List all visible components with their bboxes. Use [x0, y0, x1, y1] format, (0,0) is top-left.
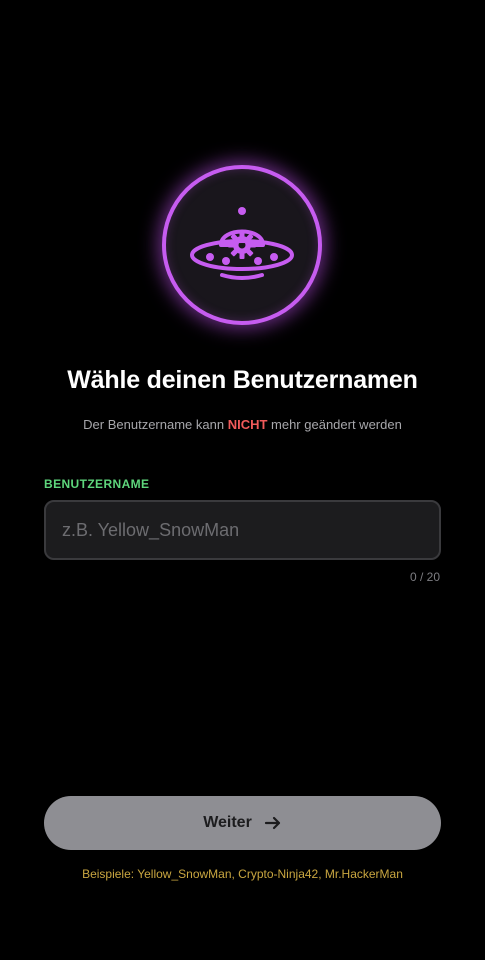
subtitle-prefix: Der Benutzername kann — [83, 417, 228, 432]
continue-button-label: Weiter — [203, 814, 252, 831]
ufo-emblem — [162, 165, 322, 325]
username-field[interactable] — [44, 500, 441, 560]
examples-hint: Beispiele: Yellow_SnowMan, Crypto-Ninja4… — [82, 867, 403, 881]
subtitle-suffix: mehr geändert werden — [267, 417, 402, 432]
page-subtitle: Der Benutzername kann NICHT mehr geänder… — [0, 417, 485, 432]
username-screen: Wähle deinen Benutzernamen Der Benutzern… — [0, 0, 485, 960]
username-input[interactable] — [62, 502, 422, 558]
username-label: BENUTZERNAME — [44, 477, 150, 491]
character-counter: 0 / 20 — [409, 570, 440, 584]
continue-button[interactable]: Weiter — [44, 796, 441, 850]
page-title: Wähle deinen Benutzernamen — [67, 366, 418, 394]
ufo-gear-icon — [190, 207, 294, 280]
subtitle-warning: NICHT — [227, 417, 268, 432]
arrow-right-icon — [264, 816, 280, 830]
